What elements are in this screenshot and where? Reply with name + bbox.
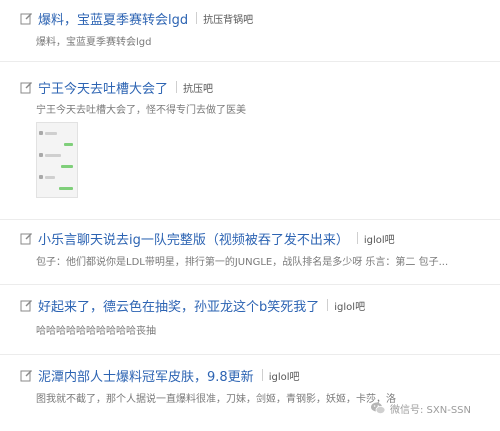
forum-link[interactable]: iglol吧 xyxy=(334,298,365,313)
post-thumbnail[interactable] xyxy=(36,122,78,198)
edit-icon xyxy=(20,299,32,311)
edit-icon xyxy=(20,81,32,93)
edit-icon xyxy=(20,12,32,24)
post-title-row: 泥潭内部人士爆料冠军皮肤，9.8更新 iglol吧 xyxy=(20,365,300,385)
divider xyxy=(261,369,263,381)
post-snippet: 包子：他们都说你是LDL带明星，排行第一的JUNGLE，战队排名是多少呀 乐言：… xyxy=(36,257,449,268)
post-item: 好起来了，德云色在抽奖，孙亚龙这个b笑死我了 iglol吧 哈哈哈哈哈哈哈哈哈哈… xyxy=(0,285,500,355)
divider xyxy=(176,81,178,93)
watermark: 微信号: SXN-SSN xyxy=(370,400,471,416)
forum-link[interactable]: iglol吧 xyxy=(269,368,300,383)
chat-bubble xyxy=(61,165,73,168)
chat-avatar xyxy=(39,131,43,135)
divider xyxy=(327,299,329,311)
post-item: 爆料，宝蓝夏季赛转会lgd 抗压背锅吧 爆料，宝蓝夏季赛转会lgd xyxy=(0,0,500,62)
wechat-icon xyxy=(371,402,386,414)
chat-bubble xyxy=(45,132,57,135)
post-item: 小乐言聊天说去ig一队完整版（视频被吞了发不出来） iglol吧 包子：他们都说… xyxy=(0,220,500,285)
post-title[interactable]: 小乐言聊天说去ig一队完整版（视频被吞了发不出来） xyxy=(38,229,349,248)
edit-icon xyxy=(20,369,32,381)
forum-link[interactable]: 抗压吧 xyxy=(183,80,213,95)
divider xyxy=(196,12,198,24)
edit-icon xyxy=(20,232,32,244)
chat-bubble xyxy=(45,176,55,179)
post-title[interactable]: 宁王今天去吐槽大会了 xyxy=(38,78,168,97)
post-item: 泥潭内部人士爆料冠军皮肤，9.8更新 iglol吧 图我就不截了，那个人据说一直… xyxy=(0,355,500,431)
post-snippet: 爆料，宝蓝夏季赛转会lgd xyxy=(36,37,152,48)
chat-bubble xyxy=(45,154,61,157)
forum-link[interactable]: 抗压背锅吧 xyxy=(203,11,253,26)
post-title[interactable]: 爆料，宝蓝夏季赛转会lgd xyxy=(38,9,188,28)
post-snippet: 哈哈哈哈哈哈哈哈哈哈丧抽 xyxy=(36,326,156,337)
post-title[interactable]: 好起来了，德云色在抽奖，孙亚龙这个b笑死我了 xyxy=(38,296,319,315)
post-title-row: 好起来了，德云色在抽奖，孙亚龙这个b笑死我了 iglol吧 xyxy=(20,295,365,315)
post-snippet: 宁王今天去吐槽大会了，怪不得专门去做了医美 xyxy=(36,105,246,116)
forum-link[interactable]: iglol吧 xyxy=(364,231,395,246)
post-title-row: 小乐言聊天说去ig一队完整版（视频被吞了发不出来） iglol吧 xyxy=(20,228,395,248)
chat-avatar xyxy=(39,153,43,157)
post-title-row: 爆料，宝蓝夏季赛转会lgd 抗压背锅吧 xyxy=(20,8,253,28)
watermark-text: 微信号: SXN-SSN xyxy=(390,404,472,416)
chat-bubble xyxy=(64,143,73,146)
chat-bubble xyxy=(59,187,73,190)
post-title-row: 宁王今天去吐槽大会了 抗压吧 xyxy=(20,77,213,97)
chat-avatar xyxy=(39,175,43,179)
post-title[interactable]: 泥潭内部人士爆料冠军皮肤，9.8更新 xyxy=(38,366,254,385)
divider xyxy=(356,232,358,244)
